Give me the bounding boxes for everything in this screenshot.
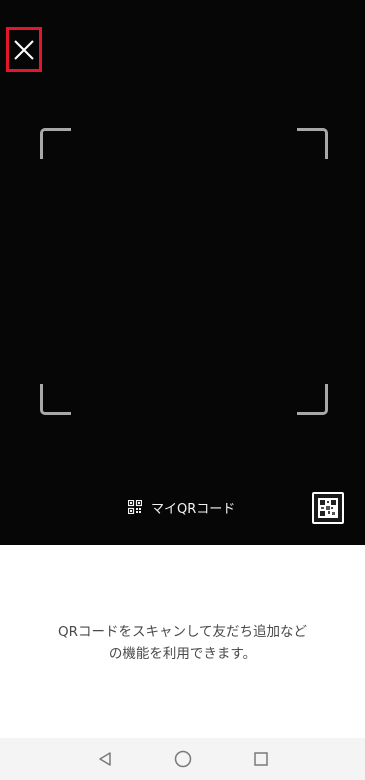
- scan-frame-corner-bottom-left: [40, 384, 71, 415]
- camera-viewfinder: マイQRコード: [0, 0, 365, 545]
- scan-frame-corner-top-left: [40, 128, 71, 159]
- scan-frame-corner-top-right: [297, 128, 328, 159]
- info-text-line-1: QRコードをスキャンして友だち追加など: [57, 624, 308, 640]
- back-triangle-icon: [98, 752, 111, 766]
- qr-code-icon: [128, 500, 142, 514]
- gallery-qr-button[interactable]: [312, 492, 344, 524]
- my-qr-code-button[interactable]: マイQRコード: [128, 496, 235, 518]
- qr-thumbnail-icon: [318, 498, 338, 518]
- info-text-line-2: の機能を利用できます。: [108, 646, 257, 662]
- info-text: QRコードをスキャンして友だち追加など の機能を利用できます。: [20, 621, 345, 665]
- system-navigation-bar: [0, 738, 365, 780]
- recents-square-icon: [253, 752, 268, 766]
- scan-frame-corner-bottom-right: [297, 384, 328, 415]
- info-panel: QRコードをスキャンして友だち追加など の機能を利用できます。: [0, 545, 365, 738]
- home-circle-icon: [174, 750, 191, 768]
- nav-home-button[interactable]: [172, 748, 194, 770]
- close-button[interactable]: [6, 27, 42, 72]
- close-icon: [14, 39, 34, 60]
- nav-recents-button[interactable]: [250, 748, 272, 770]
- my-qr-code-label: マイQRコード: [151, 501, 236, 517]
- nav-back-button[interactable]: [94, 748, 116, 770]
